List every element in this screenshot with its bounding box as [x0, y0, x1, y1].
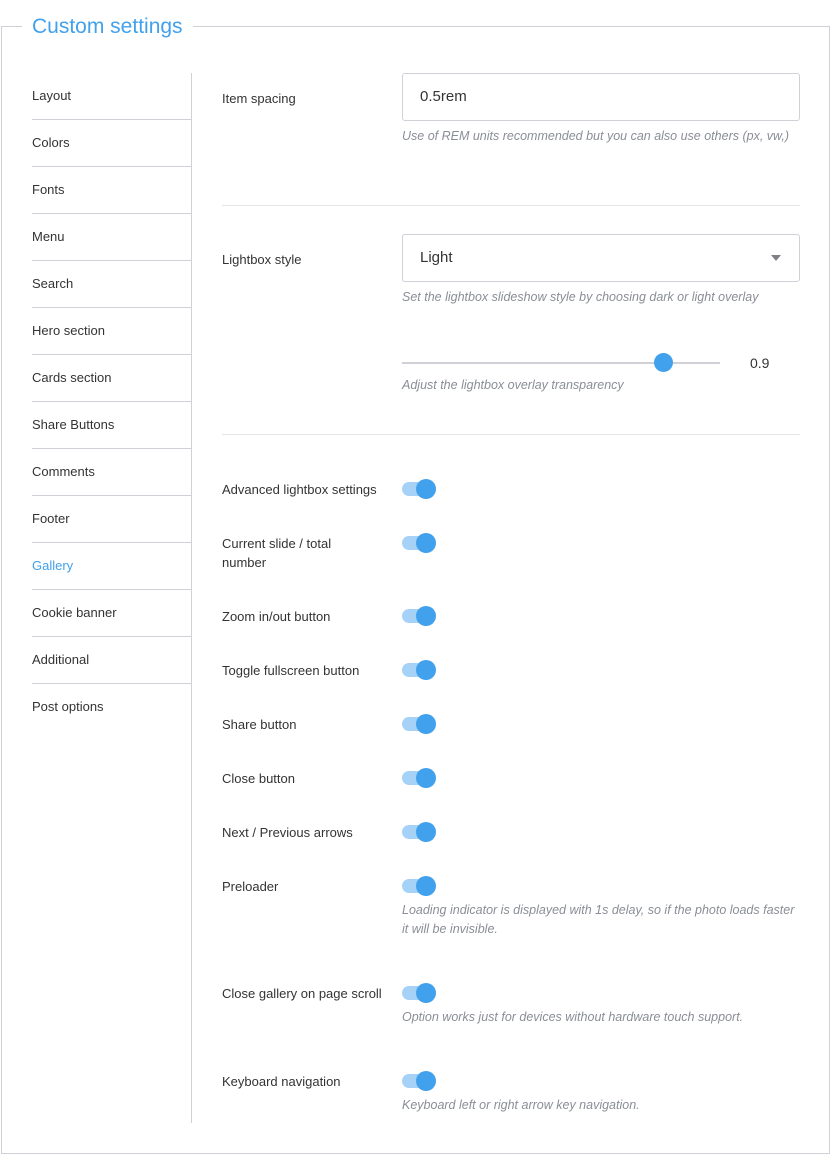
zoom-button-toggle[interactable]: [402, 606, 438, 626]
preloader-label: Preloader: [222, 879, 279, 894]
fullscreen-button-label: Toggle fullscreen button: [222, 663, 360, 678]
share-button-label: Share button: [222, 717, 297, 732]
close-button-label: Close button: [222, 771, 295, 786]
current-slide-total-label: Current slide / total number: [222, 536, 332, 570]
sidebar-item-additional[interactable]: Additional: [32, 637, 191, 684]
preloader-help: Loading indicator is displayed with 1s d…: [402, 903, 795, 936]
sidebar-item-layout[interactable]: Layout: [32, 73, 191, 120]
sidebar-item-footer[interactable]: Footer: [32, 496, 191, 543]
sidebar-item-fonts[interactable]: Fonts: [32, 167, 191, 214]
sidebar-item-gallery[interactable]: Gallery: [32, 543, 191, 590]
keyboard-navigation-label: Keyboard navigation: [222, 1074, 341, 1089]
lightbox-style-selected: Light: [420, 249, 453, 266]
zoom-button-label: Zoom in/out button: [222, 609, 331, 624]
fullscreen-button-toggle[interactable]: [402, 660, 438, 680]
section-divider: [222, 205, 800, 206]
sidebar-item-share-buttons[interactable]: Share Buttons: [32, 402, 191, 449]
arrows-toggle[interactable]: [402, 822, 438, 842]
sidebar-item-hero-section[interactable]: Hero section: [32, 308, 191, 355]
sidebar-item-search[interactable]: Search: [32, 261, 191, 308]
overlay-transparency-help: Adjust the lightbox overlay transparency: [402, 378, 624, 392]
sidebar-item-menu[interactable]: Menu: [32, 214, 191, 261]
sidebar-item-comments[interactable]: Comments: [32, 449, 191, 496]
sidebar-item-colors[interactable]: Colors: [32, 120, 191, 167]
advanced-lightbox-settings-label: Advanced lightbox settings: [222, 482, 377, 497]
overlay-transparency-slider-thumb[interactable]: [654, 353, 673, 372]
settings-sidebar: Layout Colors Fonts Menu Search Hero sec…: [32, 73, 192, 1123]
close-on-scroll-help: Option works just for devices without ha…: [402, 1010, 744, 1024]
current-slide-total-toggle[interactable]: [402, 533, 438, 553]
keyboard-navigation-toggle[interactable]: [402, 1071, 438, 1091]
lightbox-style-select[interactable]: Light: [402, 234, 800, 282]
item-spacing-input[interactable]: 0.5rem: [402, 73, 800, 121]
close-button-toggle[interactable]: [402, 768, 438, 788]
arrows-label: Next / Previous arrows: [222, 825, 353, 840]
panel-title: Custom settings: [22, 12, 193, 42]
lightbox-style-help: Set the lightbox slideshow style by choo…: [402, 290, 759, 304]
item-spacing-help: Use of REM units recommended but you can…: [402, 129, 789, 143]
advanced-lightbox-settings-toggle[interactable]: [402, 479, 438, 499]
preloader-toggle[interactable]: [402, 876, 438, 896]
sidebar-item-cookie-banner[interactable]: Cookie banner: [32, 590, 191, 637]
lightbox-style-label: Lightbox style: [222, 252, 302, 267]
keyboard-navigation-help: Keyboard left or right arrow key navigat…: [402, 1098, 640, 1112]
close-on-scroll-toggle[interactable]: [402, 983, 438, 1003]
section-divider: [222, 434, 800, 435]
chevron-down-icon: [771, 255, 781, 261]
share-button-toggle[interactable]: [402, 714, 438, 734]
sidebar-item-cards-section[interactable]: Cards section: [32, 355, 191, 402]
sidebar-item-post-options[interactable]: Post options: [32, 684, 191, 730]
close-on-scroll-label: Close gallery on page scroll: [222, 986, 382, 1001]
overlay-transparency-value: 0.9: [750, 355, 770, 371]
item-spacing-label: Item spacing: [222, 91, 296, 106]
